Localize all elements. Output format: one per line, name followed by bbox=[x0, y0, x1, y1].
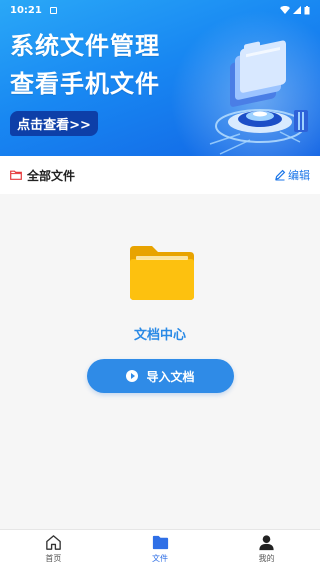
section-header: 全部文件 编辑 bbox=[0, 156, 320, 194]
nav-item-home[interactable]: 首页 bbox=[0, 530, 107, 569]
folder-icon bbox=[152, 535, 168, 550]
banner-headline-2: 查看手机文件 bbox=[10, 70, 160, 98]
home-icon bbox=[46, 535, 61, 550]
notification-icon bbox=[49, 6, 57, 14]
signal-icon bbox=[293, 6, 301, 14]
wifi-icon bbox=[280, 6, 290, 14]
app-screen: 10:21 系统文件管理 查看手机文件 点击查看>> 全部文件 编辑 文档中心 … bbox=[0, 0, 320, 569]
banner-headline-1: 系统文件管理 bbox=[10, 32, 160, 60]
nav-label-files: 文件 bbox=[152, 554, 168, 563]
edit-button[interactable]: 编辑 bbox=[274, 167, 310, 183]
edit-label: 编辑 bbox=[288, 169, 310, 182]
doc-center-label: 文档中心 bbox=[133, 328, 186, 343]
file-panel: 全部文件 编辑 文档中心 导入文档 bbox=[0, 156, 320, 529]
promo-banner[interactable]: 10:21 系统文件管理 查看手机文件 点击查看>> bbox=[0, 0, 320, 156]
section-title: 全部文件 bbox=[27, 168, 76, 183]
pencil-icon bbox=[275, 169, 286, 181]
nav-label-home: 首页 bbox=[45, 554, 62, 563]
play-circle-icon bbox=[126, 370, 139, 382]
empty-folder-icon bbox=[130, 246, 194, 300]
nav-label-mine: 我的 bbox=[258, 554, 275, 563]
import-button-label: 导入文档 bbox=[146, 369, 195, 384]
file-cabinet-illustration bbox=[209, 40, 308, 155]
folder-outline-icon bbox=[10, 170, 22, 180]
nav-item-mine[interactable]: 我的 bbox=[213, 530, 320, 569]
view-now-button[interactable]: 点击查看>> bbox=[10, 111, 98, 136]
status-time: 10:21 bbox=[10, 4, 42, 16]
import-document-button[interactable]: 导入文档 bbox=[87, 359, 234, 393]
nav-item-files[interactable]: 文件 bbox=[107, 530, 214, 569]
bottom-navigation: 首页 文件 我的 bbox=[0, 529, 320, 569]
person-icon bbox=[259, 535, 274, 551]
